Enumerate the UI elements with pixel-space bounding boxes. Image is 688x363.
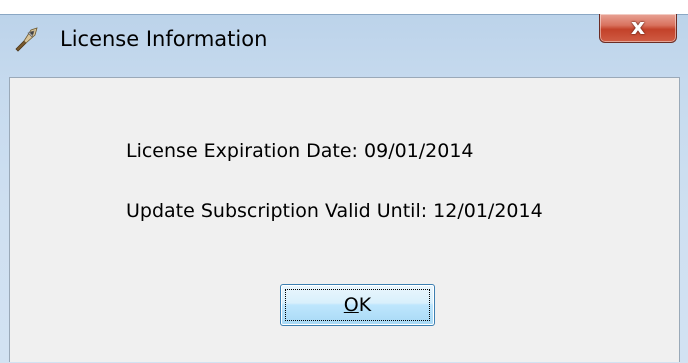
- app-icon: [15, 27, 38, 52]
- expiration-row: License Expiration Date: 09/01/2014: [126, 140, 474, 162]
- ok-label-rest: K: [358, 294, 372, 316]
- subscription-value: 12/01/2014: [433, 200, 543, 222]
- expiration-label: License Expiration Date:: [126, 140, 358, 162]
- license-dialog: License Information x License Expiration…: [0, 0, 688, 363]
- expiration-value: 09/01/2014: [364, 140, 474, 162]
- ok-button-label: OK: [281, 285, 434, 325]
- window-title: License Information: [60, 27, 268, 51]
- dialog-content: License Expiration Date: 09/01/2014 Upda…: [9, 77, 680, 362]
- close-icon: x: [630, 15, 646, 40]
- ok-button[interactable]: OK: [280, 284, 435, 326]
- subscription-label: Update Subscription Valid Until:: [126, 200, 428, 222]
- close-button[interactable]: x: [599, 14, 677, 43]
- ok-mnemonic: O: [343, 294, 359, 316]
- subscription-row: Update Subscription Valid Until: 12/01/2…: [126, 200, 543, 222]
